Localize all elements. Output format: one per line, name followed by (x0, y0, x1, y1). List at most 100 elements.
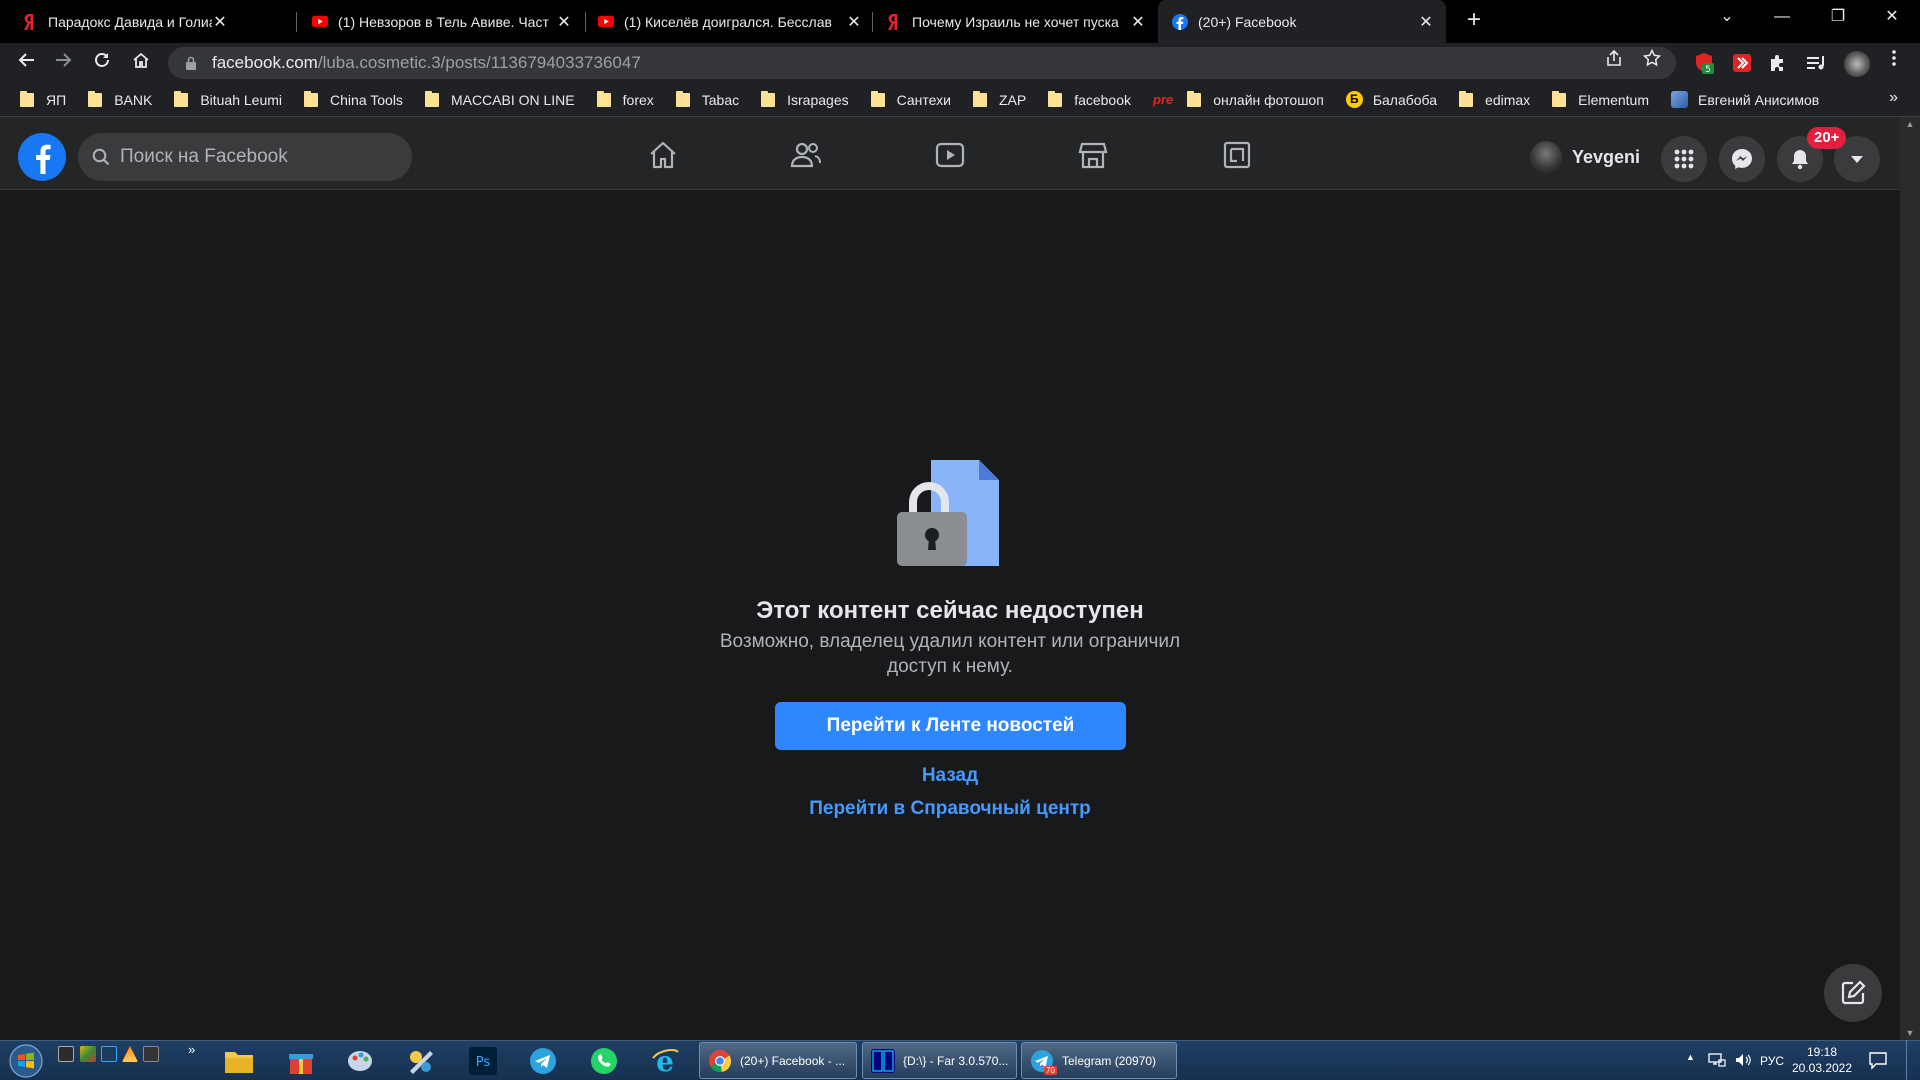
restore-button[interactable]: ❐ (1810, 0, 1866, 36)
bookmark-folder[interactable]: ЯП (20, 90, 66, 108)
tab-title: (20+) Facebook (1198, 13, 1297, 30)
browser-tab[interactable]: Почему Израиль не хочет пуска ✕ (874, 0, 1158, 43)
scroll-up-icon[interactable]: ▲ (1900, 119, 1920, 129)
photoshop-quicklaunch-icon[interactable] (101, 1046, 117, 1062)
back-link[interactable]: Назад (700, 765, 1200, 787)
messenger-button[interactable] (1719, 136, 1765, 182)
extension-shield-icon[interactable]: 5 (1692, 51, 1716, 75)
bookmark-folder[interactable]: MACCABI ON LINE (424, 90, 575, 108)
browser-tab[interactable]: Парадокс Давида и Голиафа. - Я ✕ (0, 0, 240, 43)
whatsapp-icon[interactable] (585, 1043, 623, 1079)
bookmark-pre[interactable]: pre (1153, 92, 1173, 107)
watch-icon[interactable] (932, 137, 968, 173)
pre-logo-icon: pre (1153, 92, 1174, 107)
help-center-link[interactable]: Перейти в Справочный центр (700, 798, 1200, 820)
volume-icon[interactable] (1734, 1052, 1752, 1068)
close-icon[interactable]: ✕ (1418, 12, 1434, 32)
extensions-puzzle-icon[interactable] (1766, 51, 1790, 75)
network-icon[interactable] (1708, 1052, 1726, 1068)
gift-app-icon[interactable] (282, 1043, 320, 1079)
system-clock[interactable]: 19:18 20.03.2022 (1780, 1044, 1864, 1076)
quicklaunch-overflow-icon[interactable]: » (188, 1042, 195, 1057)
taskbar-button-chrome[interactable]: (20+) Facebook - ... (699, 1042, 857, 1079)
folder-icon (972, 90, 987, 107)
browser-tab-active[interactable]: (20+) Facebook ✕ (1158, 0, 1446, 43)
bookmark-folder[interactable]: Сантехи (870, 90, 951, 108)
address-bar[interactable]: facebook.com/luba.cosmetic.3/posts/11367… (168, 47, 1676, 79)
bookmark-folder[interactable]: Tabac (675, 90, 739, 108)
close-icon[interactable]: ✕ (556, 12, 572, 32)
close-icon[interactable]: ✕ (1130, 12, 1146, 32)
menu-grid-button[interactable] (1661, 136, 1707, 182)
facebook-search[interactable] (78, 133, 412, 181)
app-quicklaunch-icon[interactable] (80, 1046, 96, 1062)
bookmarks-overflow-button[interactable]: » (1889, 89, 1898, 107)
close-icon[interactable]: ✕ (846, 12, 862, 32)
new-tab-button[interactable]: + (1460, 6, 1488, 34)
bookmark-star-icon[interactable] (1642, 48, 1662, 69)
browser-tab[interactable]: (1) Киселёв доигрался. Бесслав ✕ (586, 0, 874, 43)
search-input[interactable] (120, 146, 380, 168)
telegram-unread-badge: 70 (1044, 1066, 1057, 1075)
friends-icon[interactable] (788, 137, 824, 173)
new-message-button[interactable] (1824, 964, 1882, 1022)
bookmark-folder[interactable]: forex (596, 90, 654, 108)
share-icon[interactable] (1604, 49, 1624, 69)
browser-menu-icon[interactable] (1884, 49, 1904, 69)
bookmark-folder[interactable]: edimax (1459, 90, 1530, 108)
bookmark-folder[interactable]: Elementum (1552, 90, 1649, 108)
profile-avatar-icon[interactable] (1844, 51, 1870, 77)
internet-explorer-icon[interactable]: e (646, 1043, 684, 1079)
scroll-down-icon[interactable]: ▼ (1900, 1028, 1920, 1038)
window-close-button[interactable]: ✕ (1864, 0, 1920, 36)
go-to-news-feed-button[interactable]: Перейти к Ленте новостей (775, 702, 1126, 750)
bookmark-folder[interactable]: Israpages (761, 90, 849, 108)
browser-tab[interactable]: (1) Невзоров в Тель Авиве. Част ✕ (298, 0, 584, 43)
clock-date: 20.03.2022 (1791, 1061, 1853, 1075)
taskbar-button-label: (20+) Facebook - ... (740, 1053, 846, 1068)
clapper-icon[interactable] (143, 1046, 159, 1062)
desktop-icon[interactable] (58, 1046, 74, 1062)
profile-link[interactable]: Yevgeni (1530, 137, 1640, 177)
back-arrow-icon[interactable] (12, 49, 40, 77)
bookmark-folder[interactable]: онлайн фотошоп (1187, 90, 1324, 108)
home-icon[interactable] (645, 137, 681, 173)
forward-arrow-icon[interactable] (50, 49, 78, 77)
bookmark-folder[interactable]: ZAP (972, 90, 1026, 108)
paint-palette-icon[interactable] (402, 1043, 440, 1079)
marketplace-icon[interactable] (1075, 137, 1111, 173)
telegram-icon[interactable] (524, 1043, 562, 1079)
tab-title: Парадокс Давида и Голиафа. - Я (48, 13, 212, 30)
chevron-down-icon (1851, 156, 1863, 163)
url-path: /luba.cosmetic.3/posts/1136794033736047 (317, 53, 641, 72)
bookmark-folder[interactable]: China Tools (304, 90, 403, 108)
extension-video-icon[interactable] (1730, 51, 1754, 75)
bookmark-balaboba[interactable]: Б Балабоба (1345, 91, 1437, 108)
action-center-icon[interactable] (1868, 1050, 1888, 1070)
facebook-logo-icon[interactable] (18, 133, 66, 181)
reload-icon[interactable] (88, 49, 116, 77)
bookmark-folder[interactable]: BANK (88, 90, 152, 108)
photoshop-icon[interactable]: Ps (464, 1043, 502, 1079)
show-desktop-button[interactable] (1906, 1040, 1920, 1080)
bookmark-folder[interactable]: facebook (1048, 90, 1131, 108)
home-icon[interactable] (127, 49, 155, 77)
page-scrollbar[interactable]: ▲ ▼ (1900, 117, 1920, 1040)
taskbar-button-far[interactable]: {D:\} - Far 3.0.570... (862, 1042, 1017, 1079)
minimize-button[interactable]: — (1754, 0, 1810, 36)
browser-tab-strip: Парадокс Давида и Голиафа. - Я ✕ (1) Нев… (0, 0, 1920, 43)
paint-app-icon[interactable] (342, 1043, 380, 1079)
start-button[interactable] (6, 1042, 46, 1080)
file-explorer-icon[interactable] (220, 1043, 258, 1079)
gaming-icon[interactable] (1219, 137, 1255, 173)
close-icon[interactable]: ✕ (212, 12, 228, 32)
show-hidden-icons-button[interactable]: ▲ (1686, 1052, 1695, 1062)
folder-icon (1048, 90, 1063, 107)
folder-icon (1552, 90, 1567, 107)
bookmark-folder[interactable]: Bituah Leumi (174, 90, 282, 108)
youtube-icon (598, 14, 614, 30)
bookmark-site[interactable]: Евгений Анисимов (1670, 91, 1819, 108)
media-control-icon[interactable] (1804, 51, 1828, 75)
tab-search-button[interactable]: ⌄ (1699, 0, 1755, 36)
far-icon (871, 1048, 895, 1073)
